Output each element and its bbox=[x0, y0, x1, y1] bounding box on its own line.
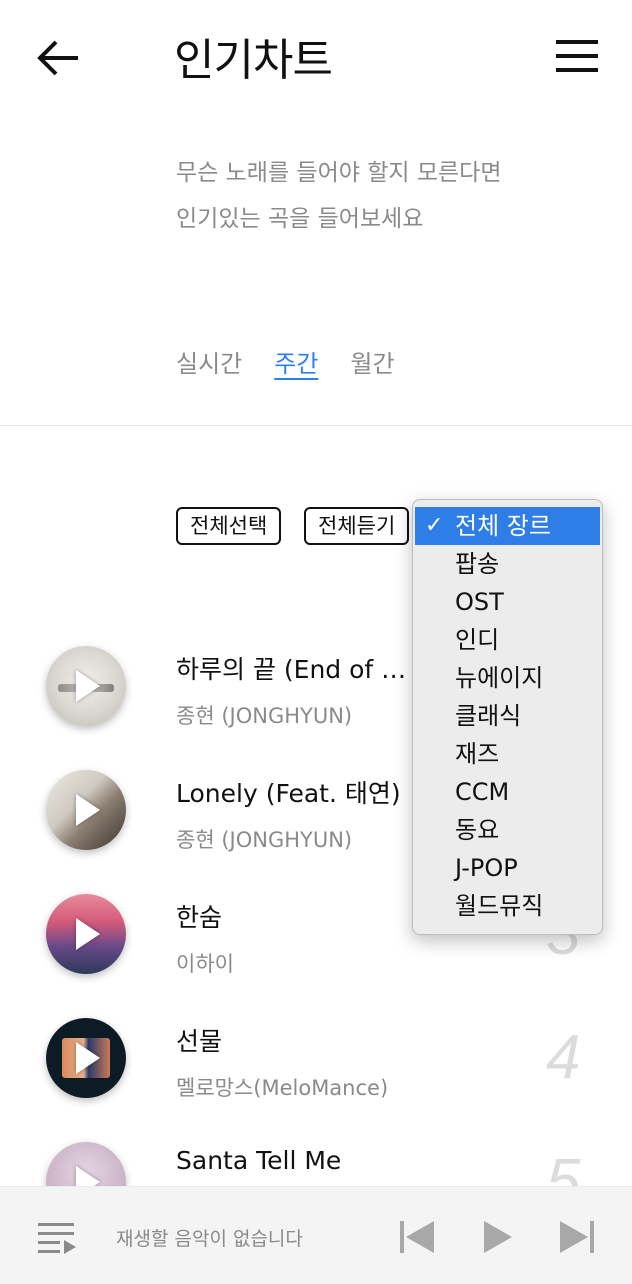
song-title[interactable]: Lonely (Feat. 태연) bbox=[176, 774, 401, 810]
play-all-button[interactable]: 전체듣기 bbox=[304, 507, 410, 545]
song-title[interactable]: 하루의 끝 (End of a day) bbox=[176, 650, 416, 686]
play-icon bbox=[76, 670, 100, 702]
previous-button[interactable] bbox=[398, 1217, 436, 1257]
skip-next-icon bbox=[560, 1221, 594, 1253]
genre-option-classical[interactable]: 클래식 bbox=[413, 697, 602, 735]
playlist-button[interactable] bbox=[38, 1221, 78, 1257]
song-artist: 이하이 bbox=[176, 952, 234, 976]
tab-weekly[interactable]: 주간 bbox=[274, 344, 318, 379]
description-line-2: 인기있는 곡을 들어보세요 bbox=[176, 206, 424, 232]
song-artist: 멜로망스(MeloMance) bbox=[176, 1076, 389, 1100]
player-status: 재생할 음악이 없습니다 bbox=[116, 1228, 303, 1250]
play-icon bbox=[76, 918, 100, 950]
description-line-1: 무슨 노래를 들어야 할지 모른다면 bbox=[176, 160, 502, 186]
song-thumbnail[interactable] bbox=[46, 1018, 126, 1098]
song-title[interactable]: Santa Tell Me bbox=[176, 1146, 341, 1175]
song-title[interactable]: 선물 bbox=[176, 1022, 222, 1058]
genre-option-indie[interactable]: 인디 bbox=[413, 621, 602, 659]
back-button[interactable] bbox=[34, 34, 82, 82]
skip-previous-icon bbox=[400, 1221, 434, 1253]
period-tabs: 실시간 주간 월간 bbox=[176, 344, 395, 379]
section-divider bbox=[0, 425, 632, 426]
genre-option-all[interactable]: ✓ 전체 장르 bbox=[415, 507, 600, 545]
chart-description: 무슨 노래를 들어야 할지 모른다면 인기있는 곡을 들어보세요 bbox=[176, 150, 501, 242]
genre-option-jpop[interactable]: J-POP bbox=[413, 849, 602, 887]
genre-option-pop[interactable]: 팝송 bbox=[413, 545, 602, 583]
tab-realtime[interactable]: 실시간 bbox=[176, 344, 242, 379]
hamburger-menu-icon bbox=[556, 40, 598, 72]
header: 인기차트 bbox=[0, 0, 632, 112]
genre-option-label: 전체 장르 bbox=[455, 512, 551, 540]
page-title: 인기차트 bbox=[174, 35, 333, 86]
song-thumbnail[interactable] bbox=[46, 646, 126, 726]
genre-option-jazz[interactable]: 재즈 bbox=[413, 735, 602, 773]
song-thumbnail[interactable] bbox=[46, 894, 126, 974]
genre-dropdown[interactable]: ✓ 전체 장르 팝송 OST 인디 뉴에이지 클래식 재즈 CCM 동요 J-P… bbox=[412, 499, 603, 935]
arrow-left-icon bbox=[37, 40, 78, 76]
genre-option-world[interactable]: 월드뮤직 bbox=[413, 887, 602, 925]
genre-option-kids[interactable]: 동요 bbox=[413, 811, 602, 849]
song-artist: 종현 (JONGHYUN) bbox=[176, 828, 353, 852]
select-all-button[interactable]: 전체선택 bbox=[176, 507, 282, 545]
mini-player: 재생할 음악이 없습니다 bbox=[0, 1186, 632, 1284]
play-button[interactable] bbox=[480, 1217, 514, 1257]
playlist-icon bbox=[38, 1223, 76, 1254]
rank-number: 4 bbox=[546, 1023, 581, 1092]
play-icon bbox=[76, 1042, 100, 1074]
play-icon bbox=[484, 1221, 512, 1253]
song-thumbnail[interactable] bbox=[46, 770, 126, 850]
song-title[interactable]: 한숨 bbox=[176, 898, 222, 934]
tab-monthly[interactable]: 월간 bbox=[350, 344, 394, 379]
genre-option-ccm[interactable]: CCM bbox=[413, 773, 602, 811]
genre-option-newage[interactable]: 뉴에이지 bbox=[413, 659, 602, 697]
menu-button[interactable] bbox=[554, 36, 600, 76]
next-button[interactable] bbox=[558, 1217, 596, 1257]
song-row[interactable]: 선물 멜로망스(MeloMance) 4 bbox=[0, 1018, 632, 1142]
song-artist: 종현 (JONGHYUN) bbox=[176, 704, 353, 728]
play-icon bbox=[76, 794, 100, 826]
genre-option-ost[interactable]: OST bbox=[413, 583, 602, 621]
checkmark-icon: ✓ bbox=[425, 513, 444, 538]
